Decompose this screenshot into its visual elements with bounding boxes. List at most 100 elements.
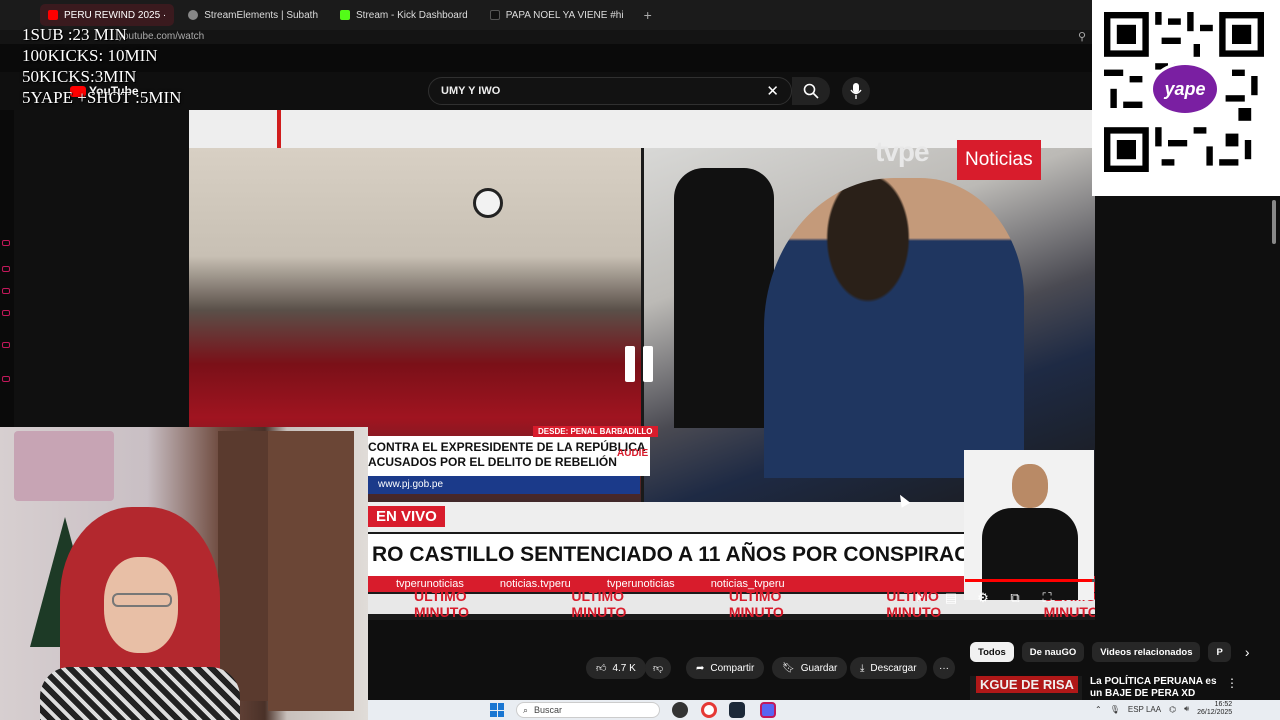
door-frame <box>218 431 270 701</box>
tab-label: StreamElements | Subath <box>204 9 319 21</box>
search-icon: ⌕ <box>523 704 529 715</box>
door <box>268 431 354 711</box>
pin-icon[interactable]: ⚲ <box>1078 30 1086 43</box>
search-input[interactable]: UMY Y IWO ✕ <box>428 77 792 105</box>
chip-videos-relacionados[interactable]: Videos relacionados <box>1092 642 1201 662</box>
more-icon: ··· <box>939 662 949 674</box>
fullscreen-icon[interactable]: ⛶ <box>1038 590 1056 606</box>
taskbar-app-icon[interactable] <box>672 702 688 718</box>
noticias-tag: Noticias <box>957 140 1041 180</box>
download-label: Descargar <box>870 662 917 674</box>
dislike-button[interactable]: 👎︎ <box>645 657 672 679</box>
share-icon: ➦ <box>696 662 705 674</box>
chip-todos[interactable]: Todos <box>970 642 1014 662</box>
news-headline: RO CASTILLO SENTENCIADO A 11 AÑOS POR CO… <box>368 534 978 576</box>
discord-icon[interactable] <box>760 702 776 718</box>
like-button[interactable]: 👍︎ 4.7 K <box>586 657 646 679</box>
save-button[interactable]: 🔖︎ Guardar <box>772 657 848 679</box>
overlay-line: 1SUB :23 MIN <box>22 25 127 44</box>
miniplayer-icon[interactable]: ⧉ <box>1006 590 1024 606</box>
sidebar-icon[interactable] <box>2 310 10 316</box>
sidebar-icon[interactable] <box>2 376 10 382</box>
save-label: Guardar <box>800 662 838 674</box>
chevron-up-icon[interactable]: ⌃ <box>1095 705 1102 714</box>
sidebar-icon[interactable] <box>2 240 10 246</box>
ticker-item: ÚLTIMO MINUTO <box>728 588 784 620</box>
tab-streamelements[interactable]: StreamElements | Subath <box>180 4 326 26</box>
autoplay-toggle-icon[interactable]: ⏵ <box>910 590 928 606</box>
recommendation-chips: Todos De nauGO Videos relacionados P › <box>970 642 1250 662</box>
new-tab-button[interactable]: + <box>638 7 658 23</box>
lower-third-tag: DESDE: PENAL BARBADILLO <box>533 426 658 437</box>
network-icon[interactable]: ⌬ <box>1169 705 1176 714</box>
search-button[interactable] <box>792 77 830 105</box>
tab-peru-rewind[interactable]: PERU REWIND 2025 · <box>40 4 175 26</box>
subtitles-icon[interactable]: ▤ <box>942 590 960 606</box>
lower-third-text: CONTRA EL EXPRESIDENTE DE LA REPÚBLICA A… <box>368 436 650 476</box>
lower-third-url: www.pj.gob.pe <box>368 476 640 494</box>
thumbnail-text: KGUE DE RISA <box>976 676 1078 693</box>
progress-fill <box>965 579 1093 582</box>
mic-icon[interactable]: 🎙︎ <box>1110 705 1120 714</box>
streamer-sweater <box>40 667 240 720</box>
wall-clock <box>473 188 503 218</box>
lower-third-side: AUDIE <box>617 448 649 459</box>
streamer-webcam <box>0 427 368 720</box>
chip-partial[interactable]: P <box>1208 642 1231 662</box>
steam-icon[interactable] <box>729 702 745 718</box>
more-actions-button[interactable]: ··· <box>933 657 955 679</box>
glasses <box>112 593 172 607</box>
opera-icon[interactable] <box>701 702 717 718</box>
standing-figure <box>674 168 774 428</box>
plush-shelf <box>14 431 114 501</box>
taskbar-search[interactable]: ⌕ Buscar <box>516 702 660 718</box>
pause-icon[interactable] <box>625 346 653 382</box>
search-query[interactable]: UMY Y IWO <box>441 85 500 97</box>
clear-search-icon[interactable]: ✕ <box>766 82 779 100</box>
tab-papa-noel[interactable]: PAPA NOEL YA VIENE #hi <box>482 4 632 26</box>
streamelements-icon <box>188 10 199 20</box>
ticker-item: ÚLTIMO MINUTO <box>571 588 627 620</box>
stream-goals-overlay: 1SUB :23 MIN 100KICKS: 10MIN 50KICKS:3MI… <box>22 24 181 108</box>
tvpe-logo: tvpe <box>875 136 930 167</box>
settings-gear-icon[interactable]: ⚙ <box>974 590 992 606</box>
chip-de-naugo[interactable]: De nauGO <box>1021 642 1085 662</box>
tab-kick-dashboard[interactable]: Stream - Kick Dashboard <box>332 4 476 26</box>
share-button[interactable]: ➦ Compartir <box>686 657 765 679</box>
sidebar-icon[interactable] <box>2 288 10 294</box>
kick-icon <box>340 10 351 20</box>
tab-label: PERU REWIND 2025 · <box>64 9 167 21</box>
sidebar-icon[interactable] <box>2 342 10 348</box>
search-icon <box>803 83 819 99</box>
overlay-line: 100KICKS: 10MIN <box>22 46 158 65</box>
video-progress-bar[interactable] <box>965 579 1095 582</box>
clock-date: 26/12/2025 <box>1197 709 1233 716</box>
tab-label: PAPA NOEL YA VIENE #hi <box>505 9 624 21</box>
sign-language-interpreter <box>964 450 1094 600</box>
player-controls: ⏵ ▤ ⚙ ⧉ ⛶ <box>910 590 1056 606</box>
voice-search-button[interactable] <box>842 77 870 105</box>
scrollbar-thumb[interactable] <box>1272 200 1276 244</box>
volume-icon[interactable]: 🔊︎ <box>1184 704 1189 714</box>
right-column <box>1095 195 1280 635</box>
download-button[interactable]: ⤓ Descargar <box>850 657 927 679</box>
clock-time: 16:52 <box>1214 701 1233 708</box>
thumbs-down-icon: 👎︎ <box>653 663 664 674</box>
youtube-icon <box>48 10 58 20</box>
share-label: Compartir <box>710 662 755 674</box>
taskbar-search-label: Buscar <box>534 705 563 715</box>
like-count: 4.7 K <box>612 662 636 674</box>
microphone-icon <box>850 83 862 99</box>
yape-logo: yape <box>1150 62 1220 116</box>
bookmark-icon: 🔖︎ <box>782 662 795 674</box>
tiktok-icon <box>489 10 500 20</box>
seated-man <box>764 178 1024 478</box>
windows-start-icon[interactable] <box>490 703 504 717</box>
chevron-right-icon[interactable]: › <box>1245 644 1250 660</box>
tray-lang[interactable]: ESP LAA <box>1128 705 1161 714</box>
taskbar-clock[interactable]: 16:52 26/12/2025 <box>1197 701 1232 717</box>
sidebar-icon[interactable] <box>2 266 10 272</box>
system-tray: ⌃ 🎙︎ ESP LAA ⌬ 🔊︎ 16:52 26/12/2025 <box>1095 701 1232 717</box>
download-icon: ⤓ <box>860 662 865 674</box>
live-banner: EN VIVO <box>368 502 972 532</box>
